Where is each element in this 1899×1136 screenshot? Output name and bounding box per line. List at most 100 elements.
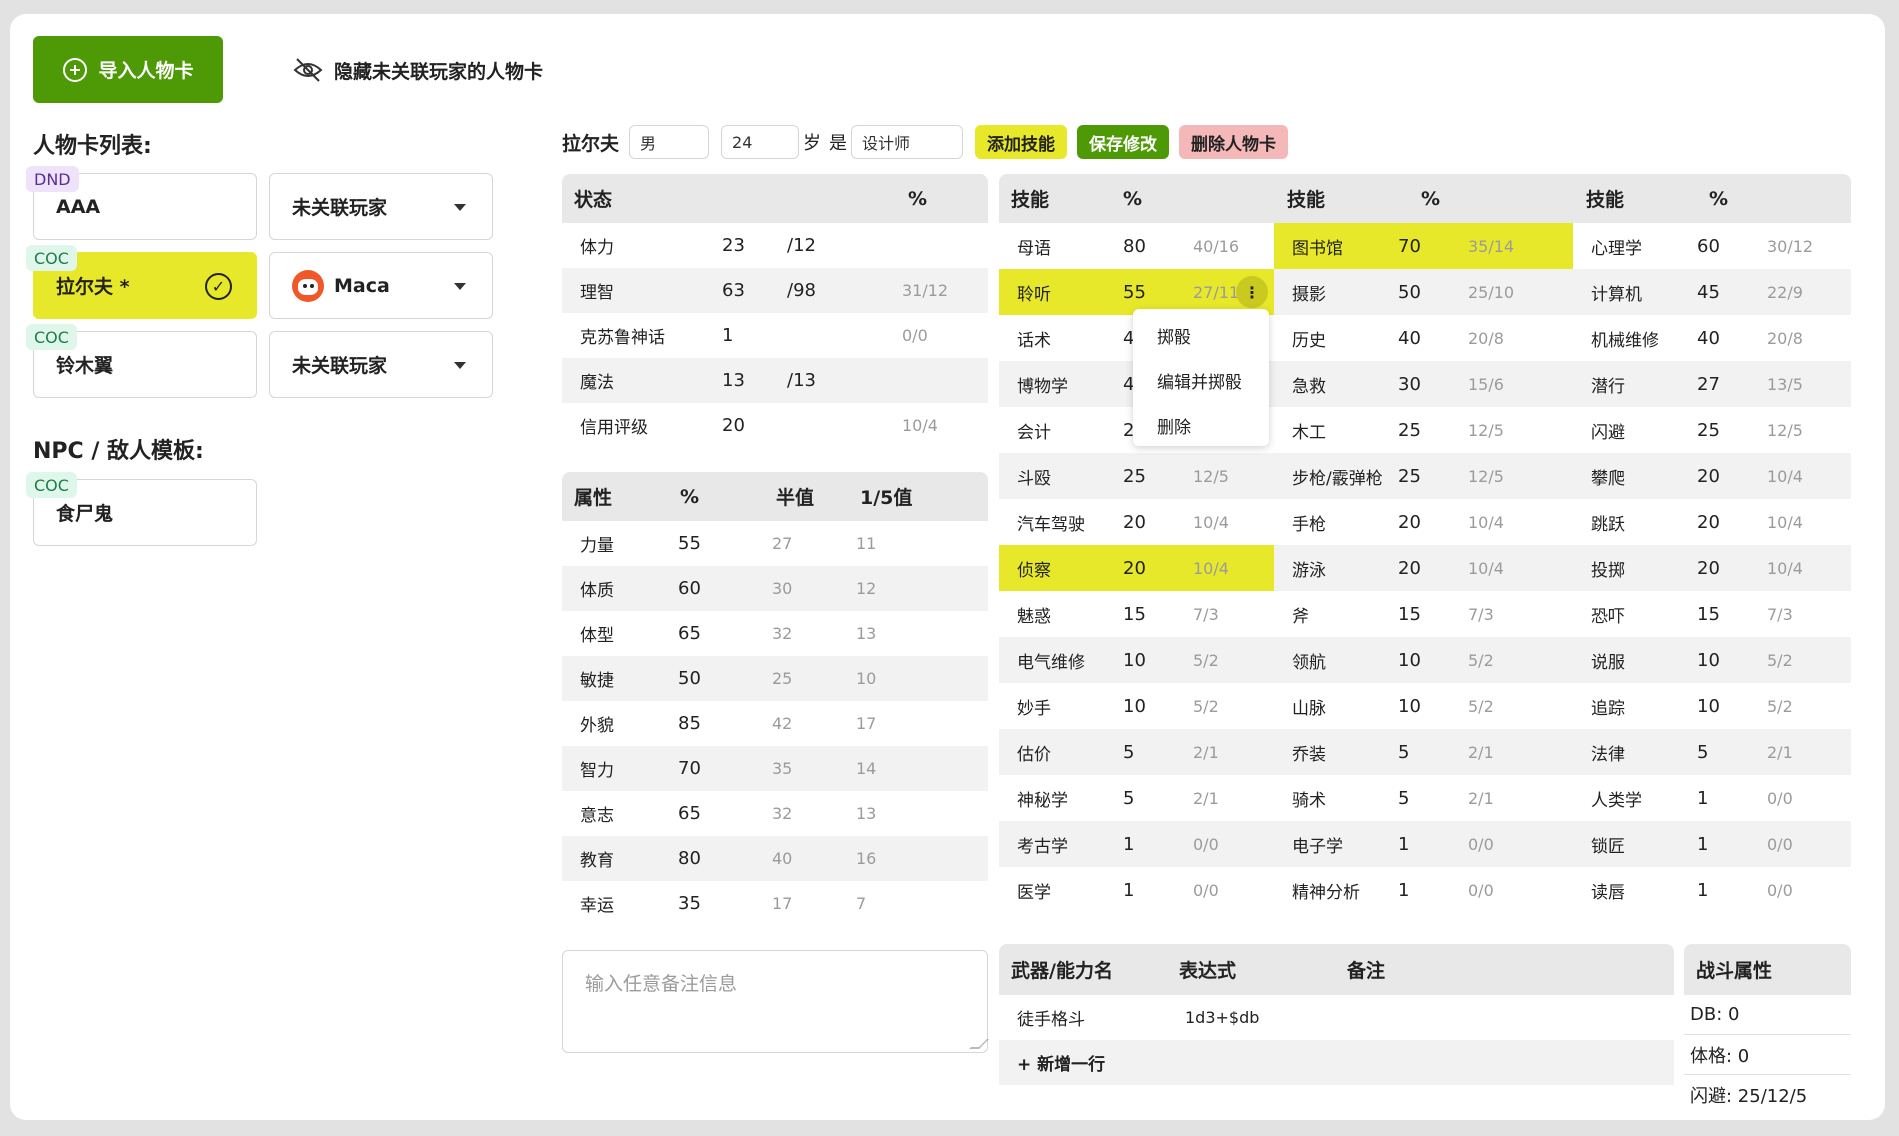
status-row[interactable]: 体力 23/12 [562, 223, 988, 268]
status-row[interactable]: 理智 63/98 31/12 [562, 268, 988, 313]
add-row-button[interactable]: + 新增一行 [999, 1040, 1674, 1085]
skill-cell[interactable]: 魅惑 15 7/3 [999, 591, 1274, 637]
skill-value: 15 [1123, 603, 1146, 625]
skill-cell[interactable]: 图书馆 70 35/14 [1274, 223, 1573, 269]
skill-value: 20 [1697, 511, 1720, 533]
skill-cell[interactable]: 闪避 25 12/5 [1573, 407, 1851, 453]
skill-cell[interactable]: 电子学 1 0/0 [1274, 821, 1573, 867]
attribute-row[interactable]: 体型 65 32 13 [562, 611, 988, 656]
attribute-row[interactable]: 力量 55 27 11 [562, 521, 988, 566]
attribute-row[interactable]: 幸运 35 17 7 [562, 881, 988, 926]
skill-cell[interactable]: 领航 10 5/2 [1274, 637, 1573, 683]
save-button[interactable]: 保存修改 [1077, 125, 1170, 159]
skill-row: 话术 4 历史 40 20/8 机械维修 40 20/8 [999, 315, 1851, 361]
skill-cell[interactable]: 妙手 10 5/2 [999, 683, 1274, 729]
skill-cell[interactable]: 历史 40 20/8 [1274, 315, 1573, 361]
skill-cell[interactable]: 说服 10 5/2 [1573, 637, 1851, 683]
attribute-row[interactable]: 外貌 85 42 17 [562, 701, 988, 746]
notes-textarea[interactable]: 输入任意备注信息 [562, 950, 989, 1053]
skill-cell[interactable]: 投掷 20 10/4 [1573, 545, 1851, 591]
skill-value: 5 [1123, 787, 1135, 809]
col-header: % [908, 187, 928, 210]
attribute-row[interactable]: 智力 70 35 14 [562, 746, 988, 791]
age-input[interactable]: 24 [721, 125, 800, 159]
skill-sub: 2/1 [1193, 788, 1219, 808]
table-row[interactable]: 徒手格斗 1d3+$db [999, 995, 1674, 1040]
skill-cell[interactable]: 汽车驾驶 20 10/4 [999, 499, 1274, 545]
skill-cell[interactable]: 母语 80 40/16 [999, 223, 1274, 269]
attribute-row[interactable]: 教育 80 40 16 [562, 836, 988, 881]
skill-value: 1 [1697, 787, 1709, 809]
attribute-row[interactable]: 意志 65 32 13 [562, 791, 988, 836]
skill-sub: 2/1 [1767, 742, 1793, 762]
skill-cell[interactable]: 心理学 60 30/12 [1573, 223, 1851, 269]
skill-cell[interactable]: 神秘学 5 2/1 [999, 775, 1274, 821]
menu-item-delete[interactable]: 删除 [1157, 413, 1191, 438]
status-row[interactable]: 魔法 13/13 [562, 358, 988, 403]
skill-cell[interactable]: 骑术 5 2/1 [1274, 775, 1573, 821]
skill-cell[interactable]: 木工 25 12/5 [1274, 407, 1573, 453]
skill-cell[interactable]: 医学 1 0/0 [999, 867, 1274, 913]
skill-cell[interactable]: 斗殴 25 12/5 [999, 453, 1274, 499]
skill-sub: 5/2 [1468, 650, 1494, 670]
resize-handle-icon[interactable] [969, 1039, 989, 1049]
skill-sub: 5/2 [1767, 650, 1793, 670]
skill-value: 5 [1123, 741, 1135, 763]
skill-value: 1 [1123, 879, 1135, 901]
skill-cell[interactable]: 攀爬 20 10/4 [1573, 453, 1851, 499]
col-header: 技能 [1287, 189, 1326, 211]
add-skill-button[interactable]: 添加技能 [975, 125, 1068, 159]
skill-cell[interactable]: 步枪/霰弹枪 25 12/5 [1274, 453, 1573, 499]
col-header: 状态 [574, 189, 613, 211]
skill-cell[interactable]: 潜行 27 13/5 [1573, 361, 1851, 407]
skill-cell[interactable]: 人类学 1 0/0 [1573, 775, 1851, 821]
skill-value: 5 [1398, 741, 1410, 763]
skill-cell[interactable]: 摄影 50 25/10 [1274, 269, 1573, 315]
skill-cell[interactable]: 锁匠 1 0/0 [1573, 821, 1851, 867]
attribute-row[interactable]: 体质 60 30 12 [562, 566, 988, 611]
player-select[interactable]: 未关联玩家 [269, 331, 493, 398]
attribute-value: 65 [678, 623, 701, 644]
gender-input[interactable]: 男 [629, 125, 710, 159]
skill-cell[interactable]: 乔装 5 2/1 [1274, 729, 1573, 775]
skill-cell[interactable]: 机械维修 40 20/8 [1573, 315, 1851, 361]
skill-sub: 0/0 [1468, 834, 1494, 854]
col-header: % [1421, 187, 1441, 210]
attribute-row[interactable]: 敏捷 50 25 10 [562, 656, 988, 701]
status-row[interactable]: 信用评级 20 10/4 [562, 403, 988, 448]
more-options-icon[interactable]: ⋮ [1236, 276, 1268, 308]
status-row[interactable]: 克苏鲁神话 1 0/0 [562, 313, 988, 358]
col-header: 武器/能力名 [1011, 960, 1113, 982]
player-select[interactable]: Maca [269, 252, 493, 319]
skill-cell[interactable]: 游泳 20 10/4 [1274, 545, 1573, 591]
occupation-input[interactable]: 设计师 [851, 125, 964, 159]
skill-cell[interactable]: 计算机 45 22/9 [1573, 269, 1851, 315]
skill-cell[interactable]: 斧 15 7/3 [1274, 591, 1573, 637]
skill-cell[interactable]: 估价 5 2/1 [999, 729, 1274, 775]
skill-cell[interactable]: 追踪 10 5/2 [1573, 683, 1851, 729]
skill-value: 20 [1123, 511, 1146, 533]
skill-cell[interactable]: 山脉 10 5/2 [1274, 683, 1573, 729]
skill-name: 步枪/霰弹枪 [1292, 468, 1383, 489]
player-select[interactable]: 未关联玩家 [269, 173, 493, 240]
skill-cell[interactable]: 精神分析 1 0/0 [1274, 867, 1573, 913]
skill-sub: 10/4 [1767, 558, 1803, 578]
skill-name: 急救 [1292, 376, 1326, 397]
import-character-button[interactable]: 导入人物卡 [33, 36, 223, 103]
skill-cell[interactable]: 急救 30 15/6 [1274, 361, 1573, 407]
hide-unlinked-toggle[interactable]: 隐藏未关联玩家的人物卡 [292, 50, 543, 90]
skill-cell[interactable]: 考古学 1 0/0 [999, 821, 1274, 867]
skill-cell[interactable]: 读唇 1 0/0 [1573, 867, 1851, 913]
skill-cell[interactable]: 跳跃 20 10/4 [1573, 499, 1851, 545]
skill-cell[interactable]: 恐吓 15 7/3 [1573, 591, 1851, 637]
menu-item-edit-roll[interactable]: 编辑并掷骰 [1157, 368, 1242, 393]
delete-character-button[interactable]: 删除人物卡 [1179, 125, 1289, 159]
skill-name: 乔装 [1292, 744, 1326, 765]
skill-cell[interactable]: 手枪 20 10/4 [1274, 499, 1573, 545]
skill-cell[interactable]: 法律 5 2/1 [1573, 729, 1851, 775]
combat-value: 体格: 0 [1690, 1045, 1750, 1067]
skill-cell[interactable]: 侦察 20 10/4 [999, 545, 1274, 591]
skill-cell[interactable]: 电气维修 10 5/2 [999, 637, 1274, 683]
skill-value: 20 [1398, 511, 1421, 533]
menu-item-roll[interactable]: 掷骰 [1157, 323, 1191, 348]
